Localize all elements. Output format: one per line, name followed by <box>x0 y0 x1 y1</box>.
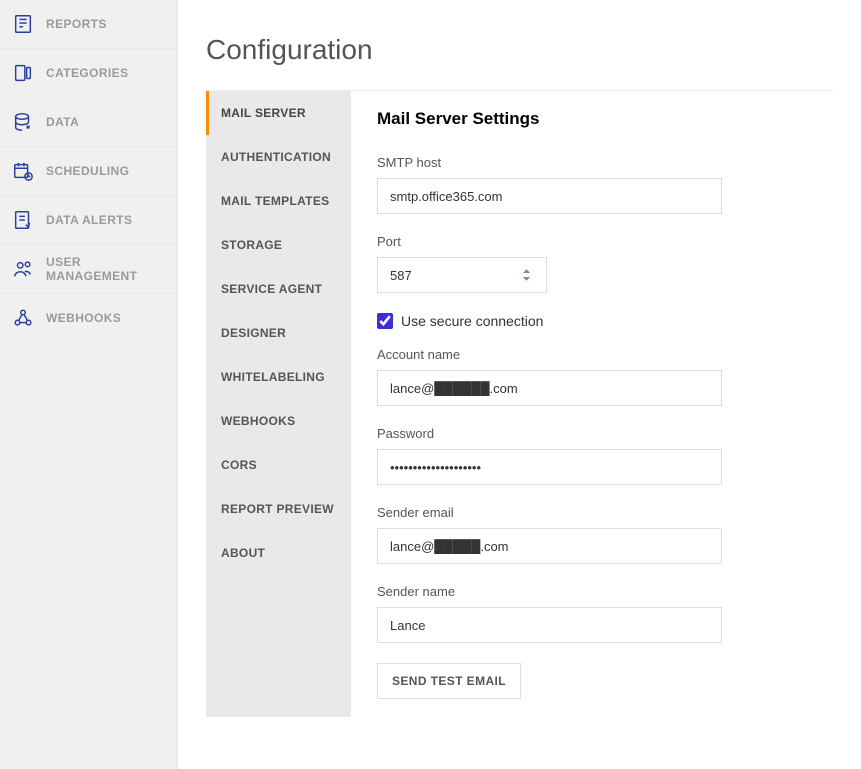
nav-item-categories[interactable]: CATEGORIES <box>0 49 177 98</box>
nav-item-data[interactable]: DATA <box>0 98 177 147</box>
port-input[interactable] <box>377 257 547 293</box>
config-subnav: MAIL SERVER AUTHENTICATION MAIL TEMPLATE… <box>206 91 351 717</box>
categories-icon <box>12 62 34 84</box>
field-password: Password <box>377 426 807 485</box>
nav-item-label: USER MANAGEMENT <box>46 255 165 283</box>
mail-server-panel: Mail Server Settings SMTP host Port Use … <box>351 91 833 717</box>
subnav-item-designer[interactable]: DESIGNER <box>209 311 351 355</box>
subnav-item-whitelabeling[interactable]: WHITELABELING <box>209 355 351 399</box>
nav-item-scheduling[interactable]: SCHEDULING <box>0 147 177 196</box>
config-area: MAIL SERVER AUTHENTICATION MAIL TEMPLATE… <box>206 90 833 717</box>
send-test-email-button[interactable]: SEND TEST EMAIL <box>377 663 521 699</box>
nav-item-label: DATA ALERTS <box>46 213 132 227</box>
smtp-host-input[interactable] <box>377 178 722 214</box>
nav-item-reports[interactable]: REPORTS <box>0 0 177 49</box>
label-use-secure: Use secure connection <box>401 313 543 329</box>
label-sender-name: Sender name <box>377 584 807 599</box>
nav-item-webhooks[interactable]: WEBHOOKS <box>0 294 177 343</box>
data-icon <box>12 111 34 133</box>
label-account-name: Account name <box>377 347 807 362</box>
password-input[interactable] <box>377 449 722 485</box>
page-title: Configuration <box>206 34 833 66</box>
subnav-item-storage[interactable]: STORAGE <box>209 223 351 267</box>
subnav-item-mail-server[interactable]: MAIL SERVER <box>206 91 351 135</box>
field-smtp-host: SMTP host <box>377 155 807 214</box>
field-sender-email: Sender email <box>377 505 807 564</box>
webhooks-icon <box>12 307 34 329</box>
label-password: Password <box>377 426 807 441</box>
panel-title: Mail Server Settings <box>377 109 807 129</box>
nav-item-label: SCHEDULING <box>46 164 129 178</box>
field-account-name: Account name <box>377 347 807 406</box>
sender-email-input[interactable] <box>377 528 722 564</box>
scheduling-icon <box>12 160 34 182</box>
field-use-secure: Use secure connection <box>377 313 807 329</box>
sender-name-input[interactable] <box>377 607 722 643</box>
subnav-item-service-agent[interactable]: SERVICE AGENT <box>209 267 351 311</box>
nav-item-label: REPORTS <box>46 17 107 31</box>
nav-item-data-alerts[interactable]: DATA ALERTS <box>0 196 177 245</box>
nav-item-label: WEBHOOKS <box>46 311 121 325</box>
user-management-icon <box>12 258 34 280</box>
subnav-item-webhooks[interactable]: WEBHOOKS <box>209 399 351 443</box>
field-port: Port <box>377 234 807 293</box>
label-sender-email: Sender email <box>377 505 807 520</box>
subnav-item-report-preview[interactable]: REPORT PREVIEW <box>209 487 351 531</box>
use-secure-checkbox[interactable] <box>377 313 393 329</box>
data-alerts-icon <box>12 209 34 231</box>
subnav-item-cors[interactable]: CORS <box>209 443 351 487</box>
left-sidebar: REPORTS CATEGORIES DATA SCHEDULING DATA … <box>0 0 178 769</box>
field-sender-name: Sender name <box>377 584 807 643</box>
subnav-item-mail-templates[interactable]: MAIL TEMPLATES <box>209 179 351 223</box>
report-icon <box>12 13 34 35</box>
label-smtp-host: SMTP host <box>377 155 807 170</box>
label-port: Port <box>377 234 807 249</box>
subnav-item-about[interactable]: ABOUT <box>209 531 351 575</box>
nav-item-user-management[interactable]: USER MANAGEMENT <box>0 245 177 294</box>
subnav-item-authentication[interactable]: AUTHENTICATION <box>209 135 351 179</box>
main-content: Configuration MAIL SERVER AUTHENTICATION… <box>178 0 861 769</box>
nav-item-label: CATEGORIES <box>46 66 128 80</box>
account-name-input[interactable] <box>377 370 722 406</box>
nav-item-label: DATA <box>46 115 79 129</box>
